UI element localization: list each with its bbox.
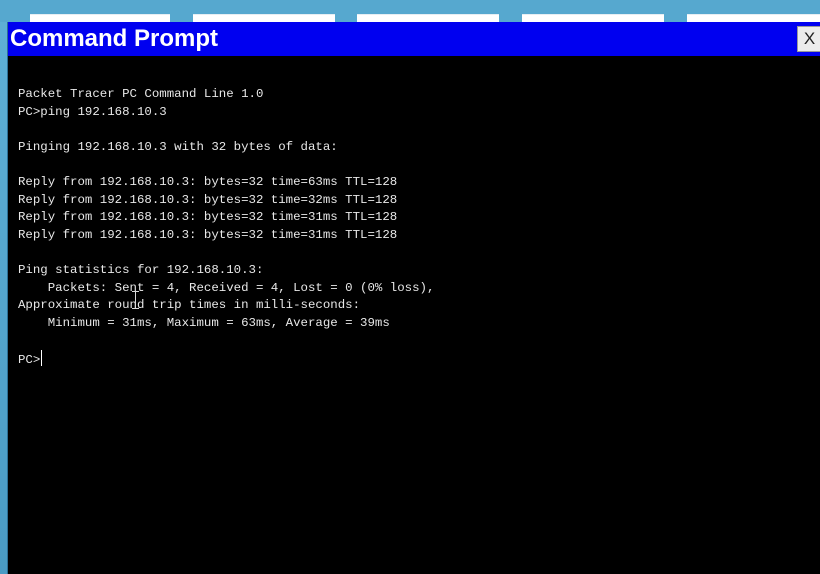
terminal-line: Ping statistics for 192.168.10.3: — [18, 262, 264, 277]
window-title: Command Prompt — [10, 25, 219, 52]
terminal-line: Reply from 192.168.10.3: bytes=32 time=3… — [18, 227, 398, 242]
terminal-line: Packets: Sent = 4, Received = 4, Lost = … — [18, 280, 435, 295]
terminal-line: Approximate round trip times in milli-se… — [18, 298, 361, 313]
top-tab-strip — [0, 0, 820, 25]
window-titlebar[interactable]: Command Prompt X — [8, 22, 820, 56]
terminal-output: Packet Tracer PC Command Line 1.0 PC>pin… — [18, 86, 434, 370]
terminal-line: Packet Tracer PC Command Line 1.0 — [18, 87, 264, 101]
command-prompt-window: Command Prompt X Packet Tracer PC Comman… — [7, 22, 820, 574]
terminal-line: Pinging 192.168.10.3 with 32 bytes of da… — [18, 139, 338, 154]
terminal-prompt: PC> — [18, 352, 41, 367]
close-button[interactable]: X — [797, 26, 820, 52]
terminal-line: Minimum = 31ms, Maximum = 63ms, Average … — [18, 315, 390, 330]
terminal-area[interactable]: Packet Tracer PC Command Line 1.0 PC>pin… — [8, 56, 820, 574]
terminal-line: PC>ping 192.168.10.3 — [18, 104, 167, 119]
mouse-ibeam-cursor-icon — [132, 291, 140, 309]
terminal-line: Reply from 192.168.10.3: bytes=32 time=3… — [18, 210, 398, 225]
terminal-line: Reply from 192.168.10.3: bytes=32 time=6… — [18, 174, 398, 189]
application-frame: Command Prompt X Packet Tracer PC Comman… — [0, 0, 820, 574]
terminal-output-lines: Packet Tracer PC Command Line 1.0 PC>pin… — [18, 87, 434, 330]
terminal-line: Reply from 192.168.10.3: bytes=32 time=3… — [18, 192, 398, 207]
text-cursor — [41, 349, 43, 366]
